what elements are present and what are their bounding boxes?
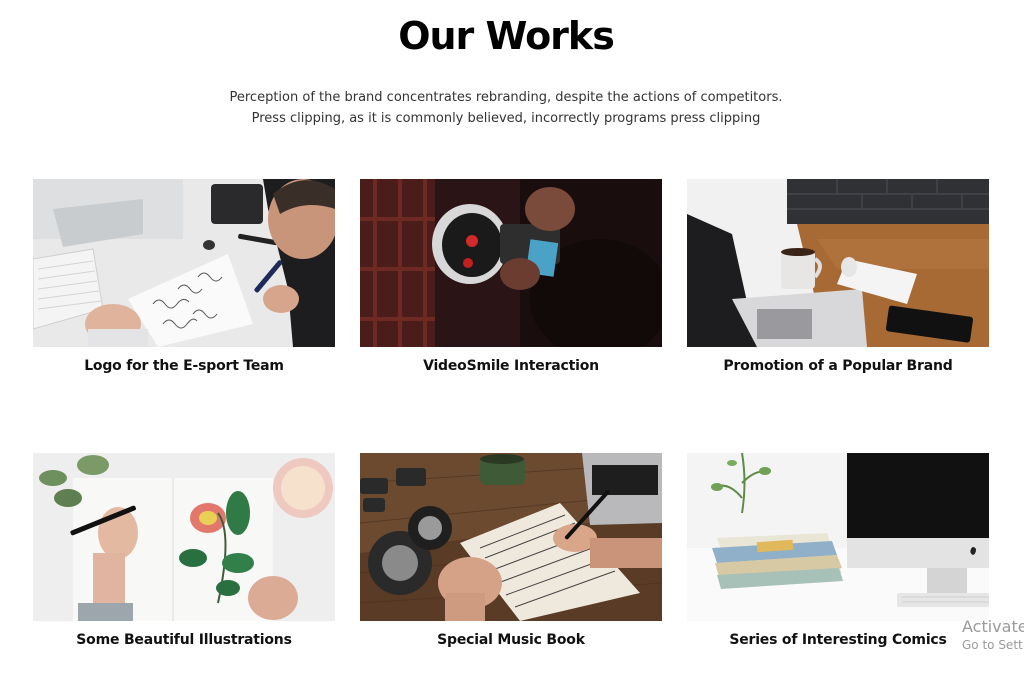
section-title: Our Works	[398, 14, 615, 58]
work-card[interactable]: Special Music Book	[360, 453, 662, 648]
music-sheet-writing-photo[interactable]	[360, 453, 662, 621]
imac-books-photo[interactable]	[687, 453, 989, 621]
camera-operator-illustration	[360, 179, 662, 347]
watermark-line-2: Go to Sett	[962, 638, 1023, 652]
work-card[interactable]: Promotion of a Popular Brand	[687, 179, 989, 374]
imac-books-illustration	[687, 453, 989, 621]
laptop-desk-photo[interactable]	[687, 179, 989, 347]
calligraphy-writing-illustration	[33, 179, 335, 347]
work-card[interactable]: Logo for the E-sport Team	[33, 179, 335, 374]
work-title[interactable]: Logo for the E-sport Team	[33, 358, 335, 374]
subtitle-line-2: Press clipping, as it is commonly believ…	[251, 111, 761, 126]
work-title[interactable]: Promotion of a Popular Brand	[687, 358, 989, 374]
watermark-line-1: Activate	[962, 617, 1024, 636]
camera-operator-photo[interactable]	[360, 179, 662, 347]
work-title[interactable]: Special Music Book	[360, 632, 662, 648]
subtitle-line-1: Perception of the brand concentrates reb…	[229, 90, 783, 105]
calligraphy-writing-photo[interactable]	[33, 179, 335, 347]
work-title[interactable]: VideoSmile Interaction	[360, 358, 662, 374]
flower-drawing-photo[interactable]	[33, 453, 335, 621]
flower-drawing-illustration	[33, 453, 335, 621]
work-card[interactable]: Some Beautiful Illustrations	[33, 453, 335, 648]
laptop-desk-illustration	[687, 179, 989, 347]
music-sheet-writing-illustration	[360, 453, 662, 621]
windows-activation-watermark: Activate Go to Sett	[962, 617, 1024, 652]
work-title[interactable]: Some Beautiful Illustrations	[33, 632, 335, 648]
work-title[interactable]: Series of Interesting Comics	[687, 632, 989, 648]
work-card[interactable]: VideoSmile Interaction	[360, 179, 662, 374]
section-subtitle: Perception of the brand concentrates reb…	[0, 87, 1012, 129]
work-card[interactable]: Series of Interesting Comics	[687, 453, 989, 648]
